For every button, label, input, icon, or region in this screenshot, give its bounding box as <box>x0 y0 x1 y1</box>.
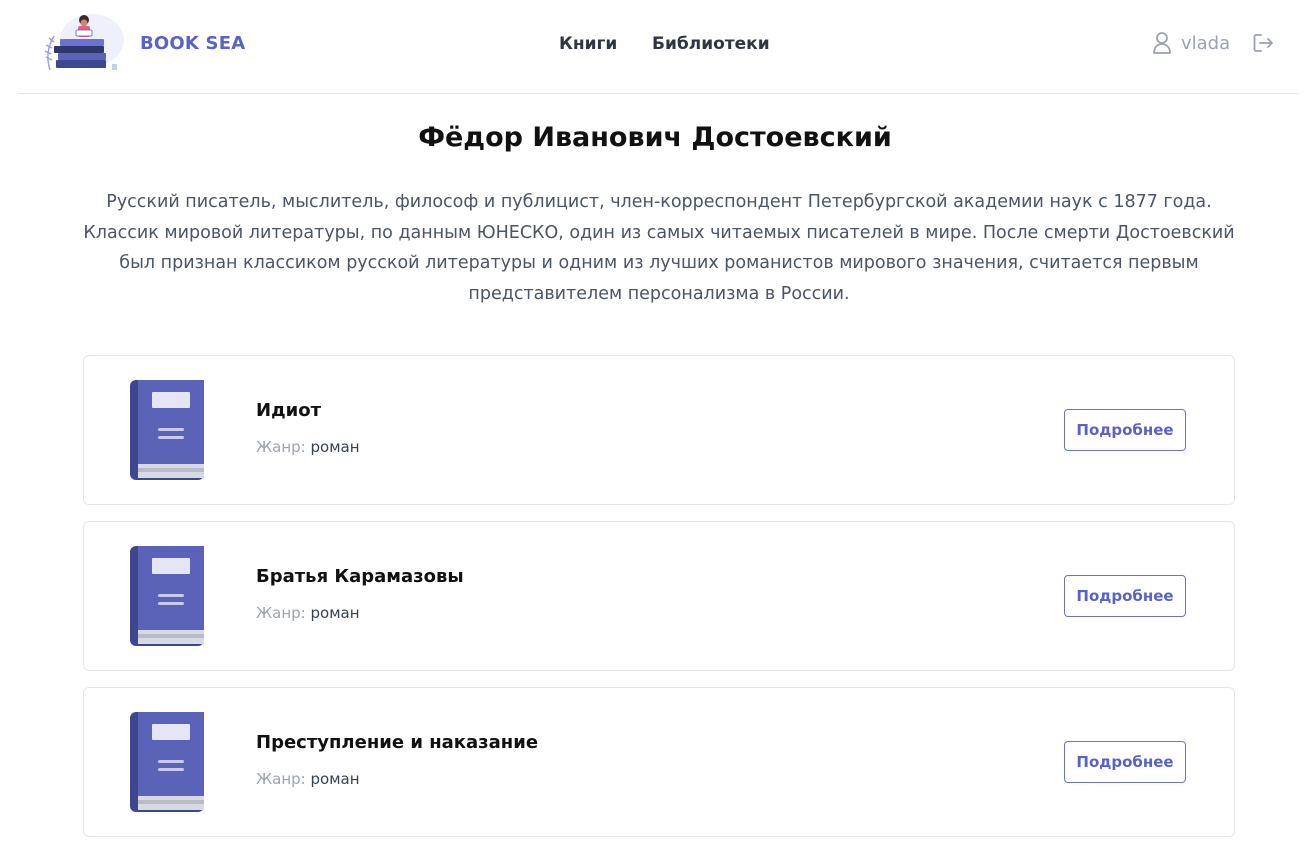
book-title[interactable]: Братья Карамазовы <box>256 566 464 587</box>
nav-link-books[interactable]: Книги <box>559 34 617 54</box>
book-icon <box>130 712 204 812</box>
book-genre: Жанр: роман <box>256 770 360 788</box>
book-title[interactable]: Преступление и наказание <box>256 732 538 753</box>
book-card: Идиот Жанр: роман Подробнее <box>83 355 1235 505</box>
author-bio: Русский писатель, мыслитель, философ и п… <box>83 192 1235 304</box>
book-card: Преступление и наказание Жанр: роман Под… <box>83 687 1235 837</box>
user-icon <box>1153 32 1171 54</box>
book-title[interactable]: Идиот <box>256 400 321 421</box>
genre-value: роман <box>310 438 360 456</box>
details-button[interactable]: Подробнее <box>1064 575 1186 617</box>
book-icon <box>130 380 204 480</box>
details-button[interactable]: Подробнее <box>1064 741 1186 783</box>
details-button[interactable]: Подробнее <box>1064 409 1186 451</box>
genre-label: Жанр: <box>256 770 306 788</box>
author-name: Фёдор Иванович Достоевский <box>418 122 892 153</box>
book-card: Братья Карамазовы Жанр: роман Подробнее <box>83 521 1235 671</box>
genre-value: роман <box>310 770 360 788</box>
top-header: BOOK SEA Книги Библиотеки vlada <box>18 0 1299 94</box>
logout-icon[interactable] <box>1252 32 1274 54</box>
book-genre: Жанр: роман <box>256 438 360 456</box>
book-genre: Жанр: роман <box>256 604 360 622</box>
book-sea-logo[interactable] <box>40 10 128 76</box>
nav-link-libraries[interactable]: Библиотеки <box>652 34 770 54</box>
user-name[interactable]: vlada <box>1181 33 1230 54</box>
brand-name[interactable]: BOOK SEA <box>140 33 245 54</box>
genre-label: Жанр: <box>256 438 306 456</box>
book-icon <box>130 546 204 646</box>
genre-label: Жанр: <box>256 604 306 622</box>
genre-value: роман <box>310 604 360 622</box>
book-list: Идиот Жанр: роман Подробнее Братья Карам… <box>83 355 1235 853</box>
